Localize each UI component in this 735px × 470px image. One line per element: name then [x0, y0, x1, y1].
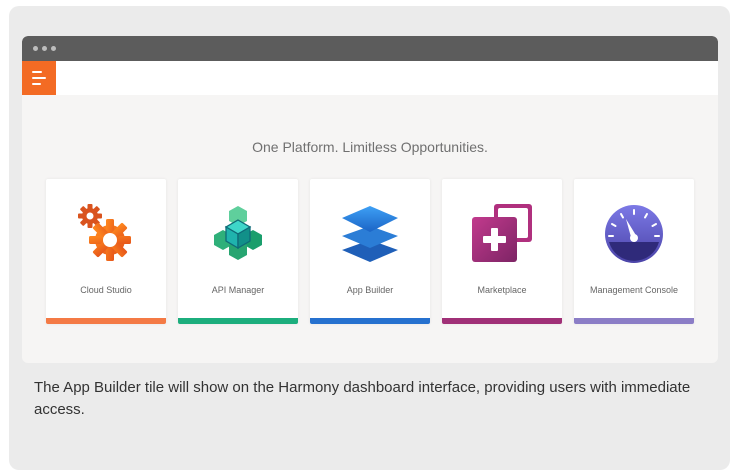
gauge-icon — [605, 205, 663, 263]
window-title-bar — [22, 36, 718, 61]
window-dot[interactable] — [51, 46, 56, 51]
app-header — [22, 61, 718, 95]
tile-app-builder[interactable]: App Builder — [310, 179, 430, 324]
tile-accent-bar — [310, 318, 430, 324]
menu-button[interactable] — [22, 61, 56, 95]
layers-icon — [342, 206, 398, 262]
window-dot[interactable] — [33, 46, 38, 51]
tile-marketplace[interactable]: Marketplace — [442, 179, 562, 324]
tile-accent-bar — [574, 318, 694, 324]
tile-accent-bar — [442, 318, 562, 324]
tile-label: App Builder — [346, 285, 394, 295]
tile-accent-bar — [46, 318, 166, 324]
gears-icon — [78, 204, 131, 261]
tile-label: API Manager — [211, 285, 265, 295]
tile-management-console[interactable]: Management Console — [574, 179, 694, 324]
window-dot[interactable] — [42, 46, 47, 51]
tile-label: Management Console — [589, 285, 679, 295]
add-window-icon — [472, 204, 532, 262]
tile-label: Marketplace — [477, 285, 527, 295]
tile-cloud-studio[interactable]: Cloud Studio — [46, 179, 166, 324]
tile-accent-bar — [178, 318, 298, 324]
page-tagline: One Platform. Limitless Opportunities. — [252, 139, 488, 155]
browser-window: One Platform. Limitless Opportunities. C… — [22, 36, 718, 363]
tile-label: Cloud Studio — [80, 285, 132, 295]
hexagon-cube-icon — [214, 206, 262, 260]
caption-text: The App Builder tile will show on the Ha… — [34, 379, 691, 418]
tile-api-manager[interactable]: API Manager — [178, 179, 298, 324]
